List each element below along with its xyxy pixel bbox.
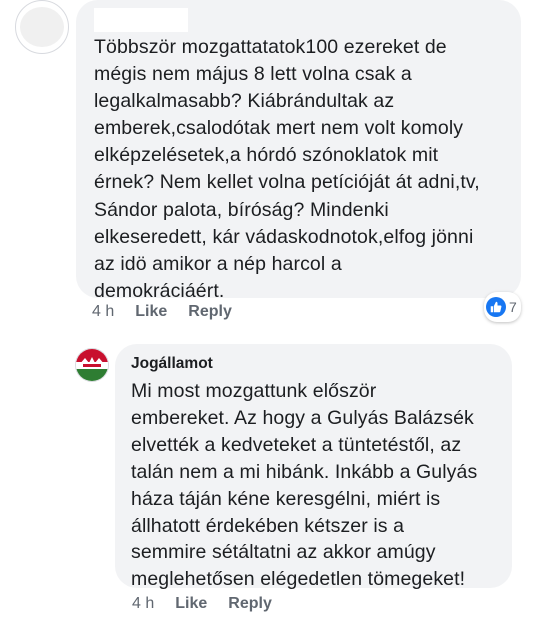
reply-line: talán nem a mi hibánk. Inkább a Gulyás: [131, 460, 478, 483]
reply-author-avatar[interactable]: [75, 348, 109, 382]
reply-line: semmire sétáltatni az akkor amúgy: [131, 541, 436, 564]
reaction-summary[interactable]: 7: [484, 292, 521, 322]
commenter-avatar[interactable]: [15, 0, 69, 54]
reply-bubble: Jogállamot Mi most mozgattunk először em…: [115, 344, 512, 590]
red-white-green-logo-icon: [76, 349, 108, 381]
reply-timestamp[interactable]: 4 h: [132, 595, 154, 613]
reply-author-name[interactable]: Jogállamot: [131, 355, 213, 373]
comment-line: az idö amikor a nép harcol a: [94, 252, 342, 275]
like-button[interactable]: Like: [175, 595, 207, 613]
avatar-placeholder: [20, 7, 64, 47]
comment-line: Sándor palota, bíróság? Mindenki: [94, 198, 389, 221]
comment-line: emberek,csalodótak mert nem volt komoly: [94, 117, 464, 140]
reply-line: Mi most mozgattunk először: [131, 380, 377, 402]
reply-text: Mi most mozgattunk először embereket. Az…: [131, 378, 511, 593]
reply-line: meglehetősen elégedetlen tömegeket!: [131, 568, 466, 591]
reply-line: háza táján kéne keresgélni, miért is: [131, 487, 441, 510]
reply-actions: 4 h Like Reply: [132, 595, 293, 613]
comment-text: Többször mozgattatatok100 ezereket de mé…: [94, 34, 514, 305]
redacted-author-name: [94, 8, 188, 32]
reply-button[interactable]: Reply: [228, 595, 272, 613]
comment-timestamp[interactable]: 4 h: [92, 303, 114, 321]
like-button[interactable]: Like: [135, 303, 167, 321]
comment-line: érnek? Nem kellet volna petícióját át ad…: [94, 171, 480, 194]
comment-bubble: Többször mozgattatatok100 ezereket de mé…: [76, 0, 521, 302]
like-icon: [486, 297, 506, 317]
comment-line: mégis nem május 8 lett volna csak a: [94, 63, 412, 86]
reply-line: embereket. Az hogy a Gulyás Balázsék: [131, 406, 474, 429]
comment-line: elképzelésetek,a hórdó szónoklatok mit: [94, 144, 439, 167]
reply-line: állhatott érdekében kétszer is a: [131, 514, 405, 537]
reaction-count: 7: [509, 299, 517, 315]
comment-actions: 4 h Like Reply: [92, 303, 253, 321]
reply-button[interactable]: Reply: [188, 303, 232, 321]
comment-line: elkeseredett, kár vádaskodnotok,elfog jö…: [94, 225, 474, 248]
reply-line: elvették a kedveteket a tüntetéstől, az: [131, 433, 462, 456]
comment-line: legalkalmasabb? Kiábrándultak az: [94, 90, 395, 113]
comment-line: Többször mozgattatatok100 ezereket de: [94, 36, 447, 58]
comment-line: demokráciáért.: [94, 279, 225, 302]
